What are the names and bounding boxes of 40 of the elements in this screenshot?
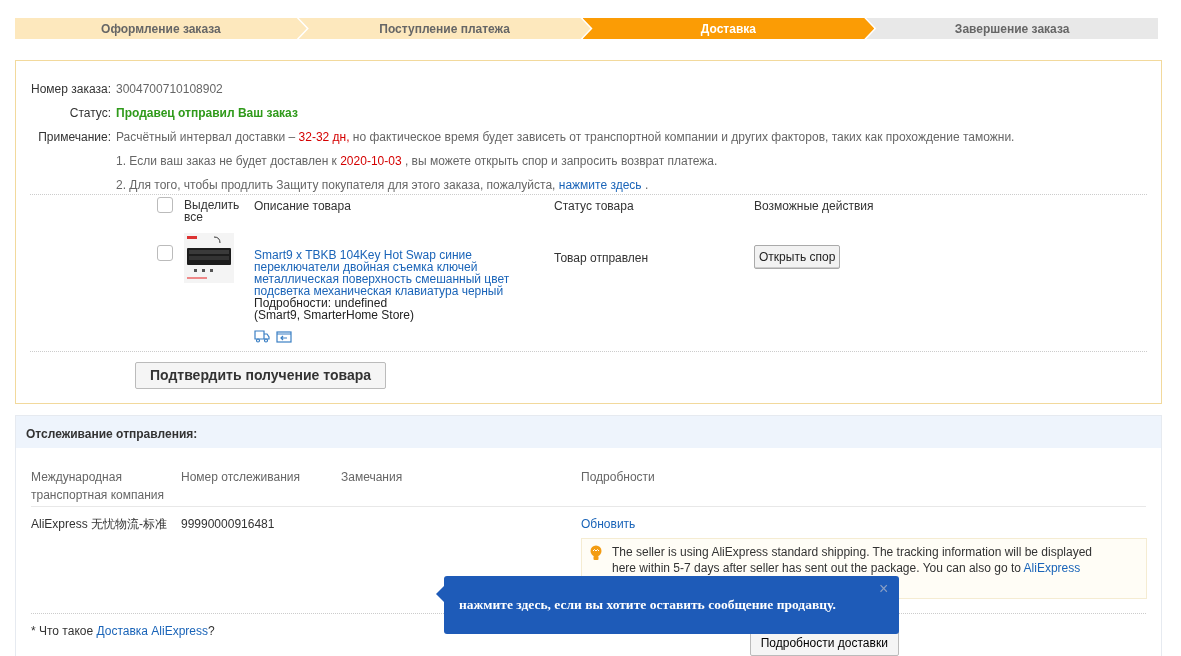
- column-header: Международная транспортная компания: [31, 469, 165, 504]
- field-label: Номер заказа:: [30, 81, 112, 98]
- product-title-link[interactable]: Smart9 x TBKB 104Key Hot Swap синие переключатели двойная съемка ключей металлическая поверхность смешанный цвет подсветка механическая клавиатура черный: [254, 249, 554, 297]
- table-cell-text: AliExpress 无忧物流-标准: [31, 516, 168, 533]
- column-header: Выделить все: [184, 197, 241, 223]
- checkbox[interactable]: [157, 197, 173, 213]
- column-header: Подробности: [581, 469, 655, 486]
- column-header: Статус товара: [554, 198, 635, 215]
- column-header: Описание товара: [254, 198, 352, 215]
- confirm-receipt-button[interactable]: Подтвердить получение товара: [135, 362, 386, 389]
- field-value: 3004700710108902: [116, 81, 223, 98]
- field-label: Статус:: [68, 105, 112, 122]
- note-text: 2. Для того, чтобы продлить Защиту покупателя для этого заказа, пожалуйста, нажмите здесь .: [116, 177, 649, 194]
- column-header: Возможные действия: [754, 198, 874, 215]
- store-name: (Smart9, SmarterHome Store): [254, 309, 416, 321]
- open-dispute-button[interactable]: Открыть спор: [754, 245, 841, 269]
- checkbox[interactable]: [157, 245, 173, 261]
- panel-title: Отслеживание отправления:: [16, 416, 1161, 448]
- note-text: Расчётный интервал доставки – 32-32 дн, но фактическое время будет зависеть от транспортной компании и других факторов, таких как прохождение таможни.: [116, 129, 1015, 146]
- column-header: Номер отслеживания: [181, 469, 302, 486]
- progress-step: Оформление заказа: [15, 18, 307, 39]
- table-cell-text: 99990000916481: [181, 516, 276, 533]
- truck-icon[interactable]: [254, 330, 270, 343]
- return-icon[interactable]: [276, 330, 292, 343]
- progress-step: Поступление платежа: [298, 18, 591, 39]
- note-text: 1. Если ваш заказ не будет доставлен к 2020-10-03 , вы можете открыть спор и запросить возврат платежа.: [116, 153, 718, 170]
- lightbulb-icon: [590, 545, 602, 561]
- notice-text: The seller is using AliExpress standard shipping. The tracking information will be displayed here within 5-7 days after seller has sent out the package. You can also go to AliExpress: [612, 544, 1094, 576]
- item-status: Товар отправлен: [554, 250, 650, 267]
- refresh-link[interactable]: Обновить: [581, 517, 636, 531]
- progress-step: Доставка: [582, 18, 875, 39]
- product-details: Подробности: undefined: [254, 297, 388, 309]
- link[interactable]: AliExpress: [1023, 561, 1081, 575]
- field-label: Примечание:: [37, 129, 112, 146]
- link[interactable]: Доставка AliExpress: [96, 624, 209, 638]
- column-header: Замечания: [341, 469, 404, 486]
- order-status: Продавец отправил Ваш заказ: [116, 105, 298, 122]
- progress-step: Завершение заказа: [866, 18, 1158, 39]
- link[interactable]: нажмите здесь: [558, 178, 642, 192]
- footnote-text: * Что такое Доставка AliExpress?: [31, 623, 215, 640]
